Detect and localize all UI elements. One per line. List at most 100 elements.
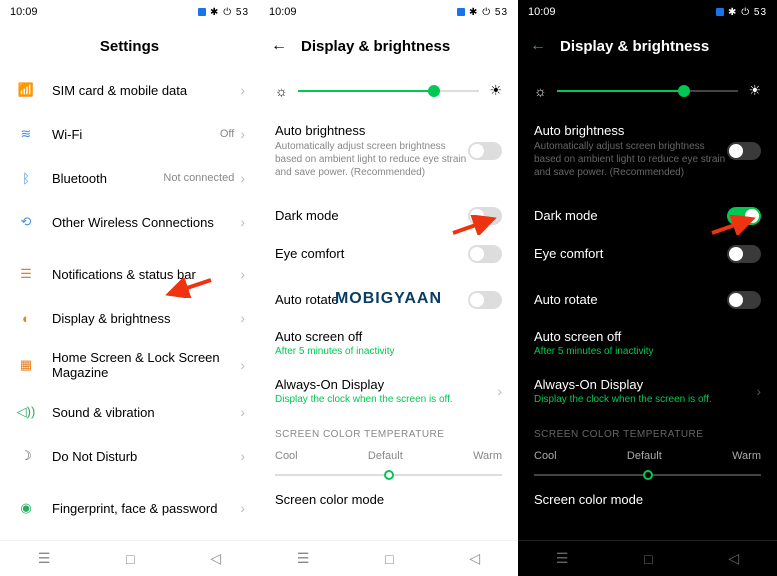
eye-comfort-toggle[interactable] — [727, 245, 761, 263]
status-bar: 10:09 ✱ ⏻ 53 — [259, 0, 518, 24]
chevron-icon: › — [240, 214, 245, 230]
settings-row[interactable]: ◁)) Sound & vibration › — [0, 390, 259, 434]
chevron-icon: › — [240, 126, 245, 142]
chevron-icon: › — [240, 404, 245, 420]
setting-label: Eye comfort — [534, 246, 727, 261]
status-icons: ✱ ⏻ 53 — [469, 7, 508, 18]
dark-mode-toggle[interactable] — [468, 207, 502, 225]
nav-bar: ☰ □ ◁ — [0, 540, 259, 576]
eye-comfort-toggle[interactable] — [468, 245, 502, 263]
setting-sub: After 5 minutes of inactivity — [275, 346, 502, 357]
home-button[interactable]: □ — [126, 551, 134, 567]
dark-mode-row[interactable]: Dark mode — [259, 197, 518, 235]
settings-row[interactable]: 📶 SIM card & mobile data › — [0, 68, 259, 112]
settings-row[interactable]: ≋ Wi-Fi Off › — [0, 112, 259, 156]
setting-desc: Automatically adjust screen brightness b… — [534, 140, 727, 179]
menu-button[interactable]: ☰ — [38, 550, 51, 567]
menu-button[interactable]: ☰ — [297, 550, 310, 567]
back-button[interactable]: ◁ — [469, 550, 480, 567]
setting-label: Auto brightness — [275, 123, 468, 138]
back-button[interactable]: ◁ — [210, 550, 221, 567]
auto-screen-off-row[interactable]: Auto screen off After 5 minutes of inact… — [518, 319, 777, 367]
chevron-icon: › — [240, 500, 245, 516]
setting-label: Auto brightness — [534, 123, 727, 138]
section-label: SCREEN COLOR TEMPERATURE — [518, 415, 777, 446]
content[interactable]: ☼ ☀ Auto brightness Automatically adjust… — [518, 68, 777, 540]
row-icon: 📶 — [14, 78, 38, 102]
auto-rotate-row[interactable]: Auto rotate — [259, 281, 518, 319]
auto-brightness-row[interactable]: Auto brightness Automatically adjust scr… — [518, 113, 777, 189]
always-on-row[interactable]: Always-On Display Display the clock when… — [259, 367, 518, 415]
row-label: Do Not Disturb — [52, 449, 234, 464]
header: Settings — [0, 24, 259, 68]
notification-icon — [198, 8, 206, 16]
setting-label: Auto rotate — [534, 292, 727, 307]
always-on-row[interactable]: Always-On Display Display the clock when… — [518, 367, 777, 415]
row-icon: ☰ — [14, 262, 38, 286]
temp-slider[interactable] — [259, 466, 518, 486]
back-arrow-icon[interactable]: ← — [530, 37, 550, 55]
row-icon: ☽ — [14, 444, 38, 468]
settings-row[interactable]: ☽ Do Not Disturb › — [0, 434, 259, 478]
status-icons: ✱ ⏻ 53 — [728, 7, 767, 18]
settings-row[interactable]: ᛒ Bluetooth Not connected › — [0, 156, 259, 200]
row-label: Home Screen & Lock Screen Magazine — [52, 350, 234, 380]
chevron-icon: › — [240, 448, 245, 464]
setting-sub: Display the clock when the screen is off… — [534, 394, 750, 405]
auto-brightness-toggle[interactable] — [468, 142, 502, 160]
notification-icon — [716, 8, 724, 16]
auto-brightness-toggle[interactable] — [727, 142, 761, 160]
header: ← Display & brightness — [259, 24, 518, 68]
auto-rotate-row[interactable]: Auto rotate — [518, 281, 777, 319]
auto-rotate-toggle[interactable] — [468, 291, 502, 309]
chevron-icon: › — [497, 383, 502, 399]
temp-labels: Cool Default Warm — [259, 446, 518, 466]
display-brightness-light: 10:09 ✱ ⏻ 53 ← Display & brightness ☼ ☀ … — [259, 0, 518, 576]
section-label: SCREEN COLOR TEMPERATURE — [259, 415, 518, 446]
sun-big-icon: ☀ — [748, 82, 761, 99]
nav-bar: ☰ □ ◁ — [259, 540, 518, 576]
settings-row[interactable]: ✿ Convenience tools › — [0, 530, 259, 540]
nav-bar: ☰ □ ◁ — [518, 540, 777, 576]
setting-label: Auto rotate — [275, 292, 468, 307]
row-sub: Off — [220, 128, 234, 140]
cutoff-label: Screen color mode — [518, 486, 777, 507]
back-arrow-icon[interactable]: ← — [271, 37, 291, 55]
auto-screen-off-row[interactable]: Auto screen off After 5 minutes of inact… — [259, 319, 518, 367]
dark-mode-row[interactable]: Dark mode — [518, 197, 777, 235]
setting-desc: Automatically adjust screen brightness b… — [275, 140, 468, 179]
home-button[interactable]: □ — [644, 551, 652, 567]
time: 10:09 — [10, 6, 38, 18]
settings-row[interactable]: ◉ Fingerprint, face & password › — [0, 486, 259, 530]
auto-rotate-toggle[interactable] — [727, 291, 761, 309]
row-label: Display & brightness — [52, 311, 234, 326]
header: ← Display & brightness — [518, 24, 777, 68]
settings-list[interactable]: 📶 SIM card & mobile data ›≋ Wi-Fi Off ›ᛒ… — [0, 68, 259, 540]
home-button[interactable]: □ — [385, 551, 393, 567]
eye-comfort-row[interactable]: Eye comfort — [518, 235, 777, 273]
auto-brightness-row[interactable]: Auto brightness Automatically adjust scr… — [259, 113, 518, 189]
setting-sub: Display the clock when the screen is off… — [275, 394, 491, 405]
settings-row[interactable]: ▦ Home Screen & Lock Screen Magazine › — [0, 340, 259, 390]
settings-row[interactable]: ◐ Display & brightness › — [0, 296, 259, 340]
temp-slider[interactable] — [518, 466, 777, 486]
brightness-slider[interactable]: ☼ ☀ — [259, 68, 518, 113]
chevron-icon: › — [240, 357, 245, 373]
row-icon: ᛒ — [14, 166, 38, 190]
notification-icon — [457, 8, 465, 16]
settings-row[interactable]: ☰ Notifications & status bar › — [0, 252, 259, 296]
display-brightness-dark: 10:09 ✱ ⏻ 53 ← Display & brightness ☼ ☀ … — [518, 0, 777, 576]
row-label: Fingerprint, face & password — [52, 501, 234, 516]
cutoff-label: Screen color mode — [259, 486, 518, 507]
back-button[interactable]: ◁ — [728, 550, 739, 567]
content[interactable]: ☼ ☀ Auto brightness Automatically adjust… — [259, 68, 518, 540]
setting-label: Dark mode — [275, 208, 468, 223]
settings-row[interactable]: ⟲ Other Wireless Connections › — [0, 200, 259, 244]
setting-label: Always-On Display — [534, 377, 750, 392]
dark-mode-toggle[interactable] — [727, 207, 761, 225]
row-icon: ◐ — [14, 306, 38, 330]
brightness-slider[interactable]: ☼ ☀ — [518, 68, 777, 113]
setting-sub: After 5 minutes of inactivity — [534, 346, 761, 357]
eye-comfort-row[interactable]: Eye comfort — [259, 235, 518, 273]
menu-button[interactable]: ☰ — [556, 550, 569, 567]
